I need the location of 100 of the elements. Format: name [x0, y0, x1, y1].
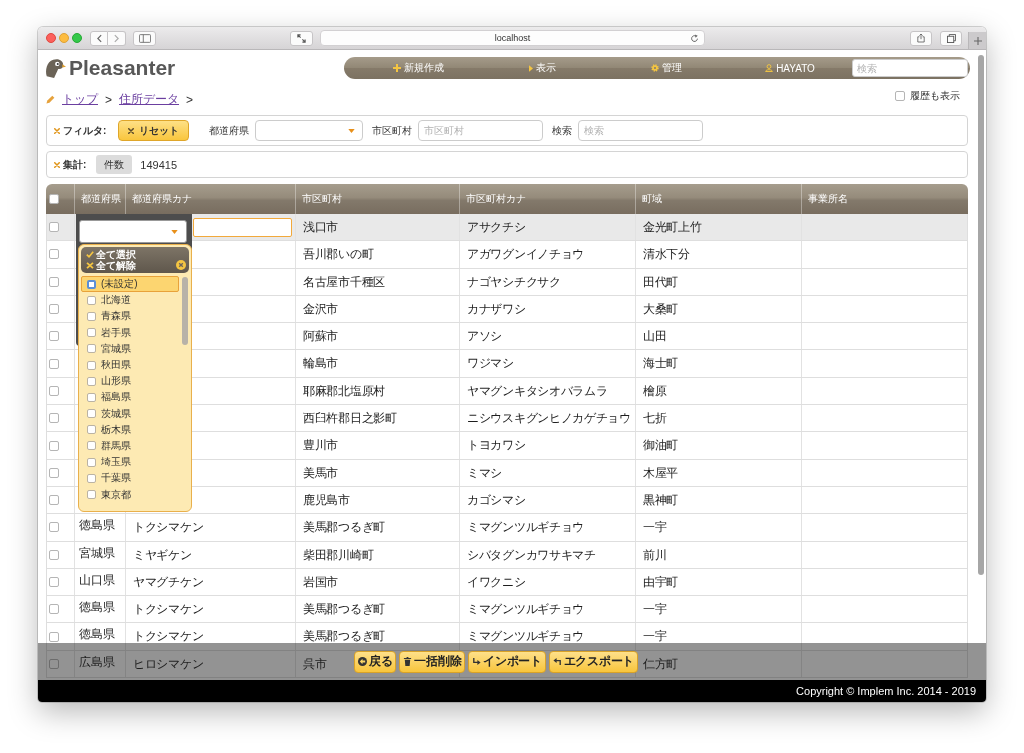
table-cell: ミマグンツルギチョウ: [459, 596, 635, 623]
option-checkbox[interactable]: [87, 425, 96, 435]
tabs-button[interactable]: [940, 30, 962, 46]
table-cell: 美馬郡つるぎ町: [295, 623, 459, 650]
breadcrumb-separator: >: [105, 92, 112, 107]
option-checkbox[interactable]: [87, 473, 96, 483]
table-cell: イワクニシ: [459, 568, 635, 596]
diagonal-arrows-icon: [297, 33, 306, 43]
option-checkbox[interactable]: [87, 376, 96, 386]
input-field[interactable]: 検索: [578, 120, 704, 141]
dropdown-option[interactable]: 青森県: [81, 308, 179, 325]
row-checkbox[interactable]: [49, 658, 59, 669]
forward-button[interactable]: [108, 30, 126, 46]
row-checkbox[interactable]: [49, 577, 59, 587]
cross-icon: [54, 161, 60, 168]
row-checkbox[interactable]: [49, 358, 59, 369]
dropdown-option[interactable]: 茨城県: [81, 405, 179, 422]
row-checkbox[interactable]: [49, 413, 59, 424]
dropdown-option[interactable]: 岩手県: [81, 324, 179, 341]
table-cell: トクシマケン: [125, 596, 295, 623]
option-checkbox[interactable]: [87, 360, 96, 370]
sidebar-button[interactable]: [133, 30, 156, 46]
option-checkbox[interactable]: [87, 457, 96, 467]
dropdown-option[interactable]: 群馬県: [81, 437, 179, 455]
dropdown-option[interactable]: 秋田県: [81, 356, 179, 374]
address-field[interactable]: localhost: [320, 30, 705, 46]
import-button[interactable]: インポート: [468, 650, 546, 673]
share-button[interactable]: [910, 30, 932, 46]
caret-icon: [348, 128, 356, 133]
select-field[interactable]: [255, 120, 364, 141]
checkbox-label: 履歴も表示: [910, 89, 960, 103]
plus-icon: [973, 36, 982, 45]
table-cell: ミマグンツルギチョウ: [459, 514, 635, 541]
resize-button[interactable]: [290, 30, 313, 46]
close-icon[interactable]: [176, 260, 186, 270]
table-row[interactable]: 徳島県 トクシマケン 美馬郡つるぎ町 ミマグンツルギチョウ 一宇: [46, 596, 968, 624]
back-button[interactable]: 戻る: [354, 650, 397, 673]
table-cell: カナザワシ: [459, 295, 635, 323]
option-checkbox[interactable]: [87, 328, 96, 338]
table-row[interactable]: 宮城県 ミヤギケン 柴田郡川崎町 シバタグンカワサキマチ 前川: [46, 541, 968, 569]
row-checkbox[interactable]: [49, 631, 59, 642]
dropdown-option[interactable]: (未設定): [81, 276, 179, 293]
table-row[interactable]: 山口県 ヤマグチケン 岩国市 イワクニシ 由宇町: [46, 568, 968, 597]
row-checkbox[interactable]: [49, 304, 59, 315]
row-checkbox[interactable]: [49, 440, 59, 451]
table-cell: カゴシマシ: [459, 486, 635, 514]
search-field[interactable]: 検索: [852, 59, 968, 77]
back-button[interactable]: [90, 30, 108, 46]
nav-item[interactable]: HAYATO: [728, 57, 852, 79]
option-checkbox[interactable]: [87, 311, 96, 321]
breadcrumb-link[interactable]: トップ: [62, 91, 98, 108]
delete-button[interactable]: 一括削除: [399, 650, 466, 673]
row-checkbox[interactable]: [49, 549, 59, 560]
row-checkbox[interactable]: [49, 249, 59, 260]
row-checkbox[interactable]: [49, 467, 59, 478]
dropdown-option[interactable]: 東京都: [81, 486, 179, 503]
trash-icon: [403, 657, 413, 666]
nav-item[interactable]: 新規作成: [356, 57, 480, 79]
option-checkbox[interactable]: [87, 392, 96, 402]
scrollbar-thumb[interactable]: [978, 55, 984, 575]
option-checkbox[interactable]: [87, 295, 96, 305]
row-checkbox[interactable]: [49, 495, 59, 506]
nav-item[interactable]: 表示: [480, 57, 604, 79]
dropdown-option[interactable]: 福島県: [81, 389, 179, 406]
select-all-link[interactable]: 全て選択: [86, 249, 176, 260]
option-checkbox[interactable]: [87, 490, 96, 500]
option-checkbox[interactable]: [87, 344, 96, 354]
row-checkbox[interactable]: [49, 331, 59, 342]
text-field[interactable]: [193, 218, 292, 237]
minimize-window-icon[interactable]: [59, 33, 69, 43]
select-field[interactable]: [79, 220, 187, 243]
table-row[interactable]: 徳島県 トクシマケン 美馬郡つるぎ町 ミマグンツルギチョウ 一宇: [46, 623, 968, 651]
table-cell: ヤマグンキタシオバラムラ: [459, 377, 635, 405]
row-checkbox[interactable]: [49, 276, 59, 287]
scrollbar-thumb[interactable]: [182, 277, 188, 345]
history-checkbox[interactable]: [895, 91, 905, 101]
table-cell: 美馬郡つるぎ町: [295, 514, 459, 541]
zoom-window-icon[interactable]: [72, 33, 82, 43]
option-checkbox[interactable]: [87, 409, 96, 419]
circle-arrow-icon: [358, 657, 367, 666]
option-checkbox[interactable]: [87, 279, 96, 289]
turn-right-arrow-icon: [472, 657, 482, 666]
table-cell: 木屋平: [635, 459, 801, 486]
breadcrumb-link[interactable]: 住所データ: [119, 91, 179, 108]
reload-icon[interactable]: [690, 34, 699, 43]
row-checkbox[interactable]: [49, 522, 59, 533]
row-checkbox[interactable]: [49, 222, 59, 233]
dropdown-option[interactable]: 千葉県: [81, 470, 179, 487]
deselect-all-link[interactable]: 全て解除: [86, 260, 176, 271]
option-checkbox[interactable]: [87, 441, 96, 451]
new-tab-button[interactable]: [968, 32, 986, 49]
close-window-icon[interactable]: [46, 33, 56, 43]
row-checkbox[interactable]: [49, 604, 59, 615]
table-row[interactable]: 徳島県 トクシマケン 美馬郡つるぎ町 ミマグンツルギチョウ 一宇: [46, 514, 968, 542]
row-checkbox[interactable]: [49, 385, 59, 396]
reset-button[interactable]: リセット: [118, 120, 190, 141]
input-field[interactable]: 市区町村: [418, 120, 544, 141]
turn-left-arrow-icon: [552, 657, 562, 666]
select-all-checkbox[interactable]: [49, 194, 59, 204]
table-cell: トクシマケン: [125, 623, 295, 650]
